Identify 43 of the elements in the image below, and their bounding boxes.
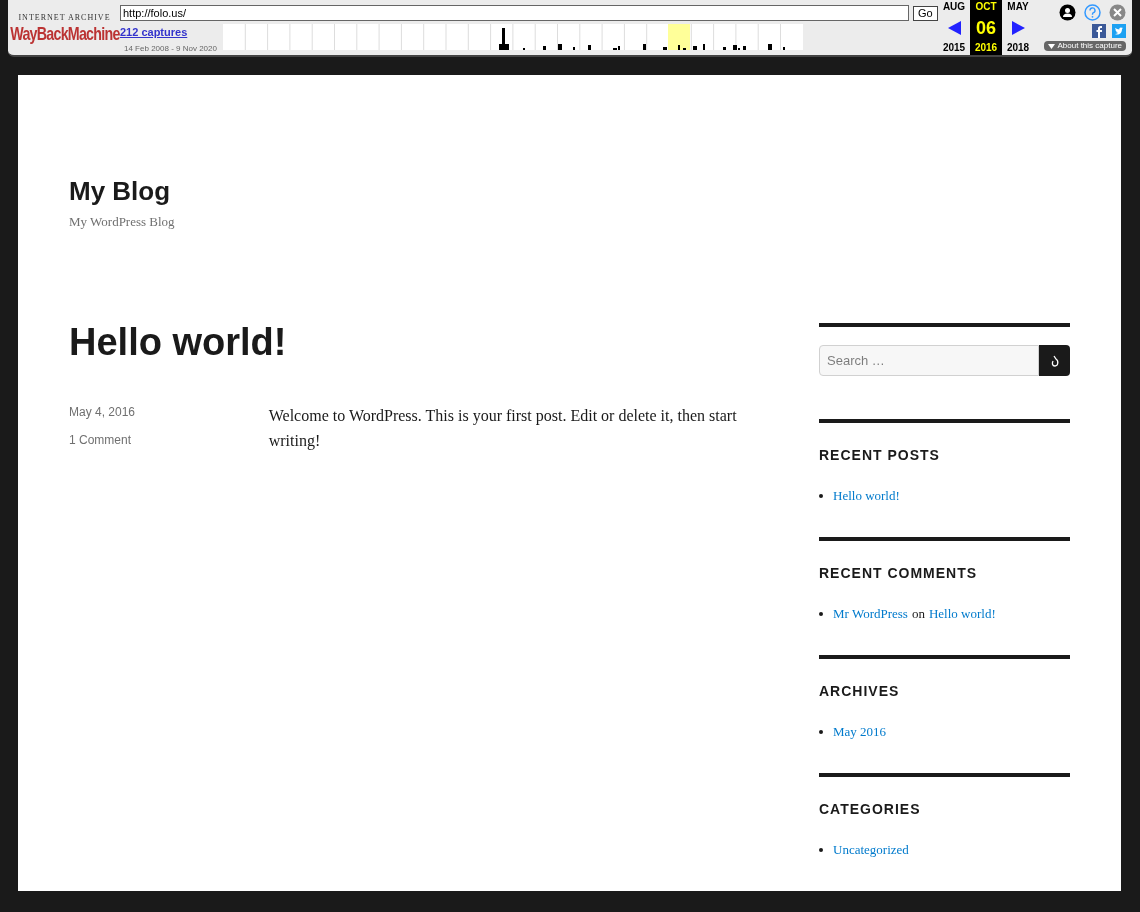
date-range: 14 Feb 2008 - 9 Nov 2020 bbox=[123, 42, 218, 55]
logo-text: INTERNET ARCHIVE bbox=[18, 11, 111, 24]
twitter-icon[interactable] bbox=[1112, 24, 1126, 38]
year-label: 2018 bbox=[1006, 43, 1030, 53]
month-column[interactable]: OCT 06 2016 bbox=[970, 0, 1002, 55]
search-field[interactable]: Search … bbox=[819, 345, 1039, 376]
facebook-icon[interactable] bbox=[1092, 24, 1106, 38]
sidebar-link[interactable]: Uncategorized bbox=[833, 840, 909, 860]
about-capture-button[interactable]: About this capture bbox=[1043, 41, 1126, 51]
widget-title: RECENT POSTS bbox=[819, 445, 941, 465]
close-icon[interactable] bbox=[1109, 4, 1126, 21]
month-label: MAY bbox=[1007, 2, 1029, 12]
sidebar-text: on bbox=[911, 605, 925, 623]
sidebar-link[interactable]: Mr WordPress bbox=[833, 604, 908, 624]
widget-title: ARCHIVES bbox=[819, 682, 901, 701]
previous-arrow-icon[interactable] bbox=[947, 20, 961, 35]
year-label: 2015 bbox=[942, 43, 966, 53]
next-arrow-icon[interactable] bbox=[1011, 20, 1025, 35]
hook-icon bbox=[1050, 354, 1059, 367]
year-label: 2016 bbox=[974, 43, 998, 53]
comments-link[interactable]: 1 Comment bbox=[69, 430, 132, 449]
captures-link[interactable]: 212 captures bbox=[120, 24, 223, 41]
site-title[interactable]: My Blog bbox=[69, 175, 768, 208]
logo-text: WayBackMachine bbox=[9, 23, 120, 44]
month-label: OCT bbox=[975, 2, 997, 12]
user-icon[interactable] bbox=[1059, 4, 1076, 21]
sidebar-link[interactable]: Hello world! bbox=[928, 604, 996, 624]
post-date-link[interactable]: May 4, 2016 bbox=[69, 402, 136, 421]
site-tagline: My WordPress Blog bbox=[69, 212, 176, 231]
caret-icon bbox=[1047, 43, 1055, 49]
sidebar-link[interactable]: Hello world! bbox=[833, 485, 900, 506]
post-body: Welcome to WordPress. This is your first post. Edit or delete it, then start writing! bbox=[268, 405, 738, 452]
sidebar-link[interactable]: May 2016 bbox=[833, 722, 887, 742]
day-label: 06 bbox=[976, 18, 996, 37]
post-title[interactable]: Hello world! bbox=[69, 319, 768, 367]
widget-title: CATEGORIES bbox=[819, 800, 922, 819]
search-button[interactable] bbox=[1039, 345, 1070, 376]
widget-title: RECENT COMMENTS bbox=[819, 564, 979, 583]
go-button[interactable]: Go bbox=[913, 5, 938, 21]
month-column[interactable]: MAY 2018 bbox=[1002, 0, 1034, 55]
url-field[interactable]: http://folo.us/ bbox=[120, 5, 909, 21]
month-column[interactable]: AUG 2015 bbox=[938, 0, 970, 55]
month-label: AUG bbox=[942, 2, 966, 12]
